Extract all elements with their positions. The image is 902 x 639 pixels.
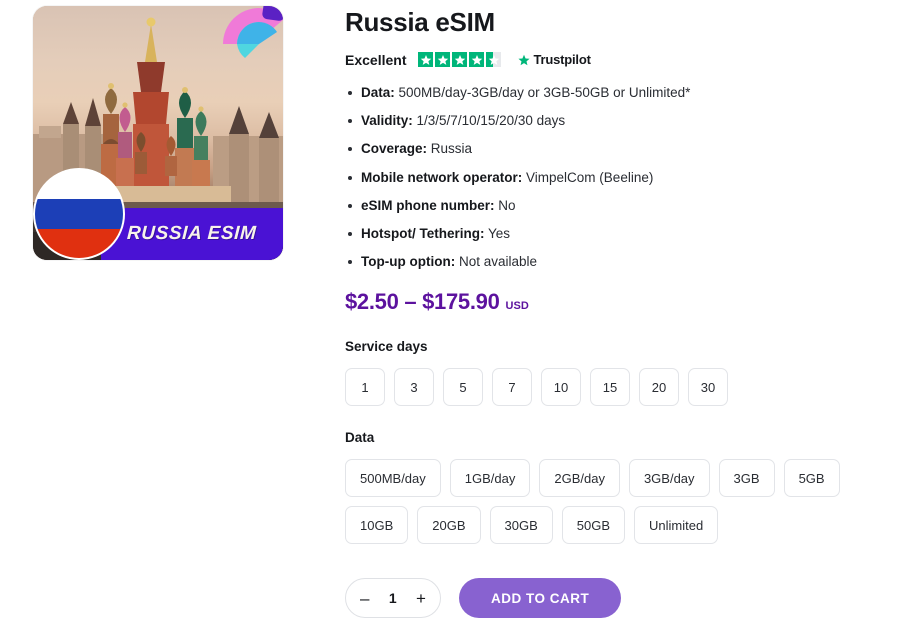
list-item: Hotspot/ Tethering: Yes xyxy=(345,225,880,243)
spec-label: eSIM phone number: xyxy=(361,197,495,213)
spec-value: Russia xyxy=(430,141,473,157)
data-plan-option[interactable]: 10GB xyxy=(345,506,409,545)
trustpilot-star-icon xyxy=(518,54,531,66)
product-page: RUSSIA ESIM Russia eSIM Excellent Trustp… xyxy=(0,0,902,639)
list-item: Data: 500MB/day-3GB/day or 3GB-50GB or U… xyxy=(345,84,880,102)
service-days-option[interactable]: 1 xyxy=(345,368,385,407)
data-plan-options: 500MB/day 1GB/day 2GB/day 3GB/day 3GB 5G… xyxy=(345,459,880,545)
list-item: Validity: 1/3/5/7/10/15/20/30 days xyxy=(345,112,880,130)
spec-value: 500MB/day-3GB/day or 3GB-50GB or Unlimit… xyxy=(398,84,691,100)
cart-row: – 1 + ADD TO CART xyxy=(345,578,880,619)
price-currency: USD xyxy=(505,300,529,313)
product-details: Russia eSIM Excellent Trustpilot Data: 5… xyxy=(335,0,902,639)
product-banner: RUSSIA ESIM xyxy=(101,208,283,260)
spec-label: Validity: xyxy=(361,113,413,129)
service-days-options: 1 3 5 7 10 15 20 30 xyxy=(345,368,880,407)
spec-value: No xyxy=(498,197,516,213)
quantity-increment-button[interactable]: + xyxy=(416,590,426,607)
spec-label: Data: xyxy=(361,84,395,100)
service-days-option[interactable]: 20 xyxy=(639,368,679,407)
spec-label: Mobile network operator: xyxy=(361,169,523,185)
quantity-decrement-button[interactable]: – xyxy=(360,590,369,607)
quantity-stepper[interactable]: – 1 + xyxy=(345,578,441,619)
data-plan-option[interactable]: 30GB xyxy=(489,506,553,545)
quantity-value[interactable]: 1 xyxy=(389,590,397,606)
data-plan-option[interactable]: 50GB xyxy=(561,506,625,545)
rating-word: Excellent xyxy=(345,51,407,68)
brand-logo-icon xyxy=(223,6,283,58)
list-item: eSIM phone number: No xyxy=(345,197,880,215)
data-plan-option[interactable]: 5GB xyxy=(783,459,840,498)
data-plan-option[interactable]: 2GB/day xyxy=(539,459,620,498)
list-item: Mobile network operator: VimpelCom (Beel… xyxy=(345,169,880,187)
flag-stripe-white xyxy=(35,170,123,200)
spec-label: Coverage: xyxy=(361,141,428,157)
data-plan-option[interactable]: Unlimited xyxy=(634,506,719,545)
product-gallery: RUSSIA ESIM xyxy=(0,0,335,639)
price-row: $2.50 – $175.90 USD xyxy=(345,289,880,315)
data-plan-label: Data xyxy=(345,430,375,446)
star-2-icon xyxy=(435,52,451,68)
spec-value: Yes xyxy=(488,225,511,241)
list-item: Coverage: Russia xyxy=(345,140,880,158)
data-plan-option[interactable]: 3GB xyxy=(718,459,775,498)
product-spec-list: Data: 500MB/day-3GB/day or 3GB-50GB or U… xyxy=(345,84,880,272)
data-plan-option[interactable]: 3GB/day xyxy=(628,459,710,498)
data-plan-option[interactable]: 20GB xyxy=(417,506,481,545)
star-4-icon xyxy=(469,52,485,68)
service-days-label: Service days xyxy=(345,339,428,355)
flag-stripe-red xyxy=(35,228,123,258)
service-days-option[interactable]: 7 xyxy=(492,368,532,407)
page-title: Russia eSIM xyxy=(345,7,495,37)
add-to-cart-button[interactable]: ADD TO CART xyxy=(459,578,622,619)
star-3-icon xyxy=(452,52,468,68)
spec-label: Hotspot/ Tethering: xyxy=(361,225,485,241)
flag-stripe-blue xyxy=(35,199,123,229)
service-days-option[interactable]: 3 xyxy=(394,368,434,407)
service-days-option[interactable]: 5 xyxy=(443,368,483,407)
star-5-icon xyxy=(486,52,502,68)
data-plan-option[interactable]: 1GB/day xyxy=(449,459,531,498)
rating-stars xyxy=(418,52,502,68)
price-range: $2.50 – $175.90 xyxy=(345,289,500,315)
trustpilot-rating[interactable]: Excellent Trustpilot xyxy=(345,52,880,68)
star-1-icon xyxy=(418,52,434,68)
service-days-option[interactable]: 10 xyxy=(541,368,581,407)
spec-label: Top-up option: xyxy=(361,254,456,270)
data-plan-option[interactable]: 500MB/day xyxy=(345,459,441,498)
data-plan-section: Data 500MB/day 1GB/day 2GB/day 3GB/day 3… xyxy=(345,430,880,545)
spec-value: VimpelCom (Beeline) xyxy=(526,169,654,185)
service-days-section: Service days 1 3 5 7 10 15 20 30 xyxy=(345,339,880,407)
list-item: Top-up option: Not available xyxy=(345,253,880,271)
trustpilot-brand[interactable]: Trustpilot xyxy=(517,52,591,68)
product-banner-text: RUSSIA ESIM xyxy=(126,223,258,244)
spec-value: 1/3/5/7/10/15/20/30 days xyxy=(416,113,566,129)
service-days-option[interactable]: 30 xyxy=(688,368,728,407)
russia-flag-icon xyxy=(33,168,125,260)
service-days-option[interactable]: 15 xyxy=(590,368,630,407)
spec-value: Not available xyxy=(458,254,538,270)
product-image-card[interactable]: RUSSIA ESIM xyxy=(33,6,283,260)
trustpilot-label: Trustpilot xyxy=(533,52,591,68)
